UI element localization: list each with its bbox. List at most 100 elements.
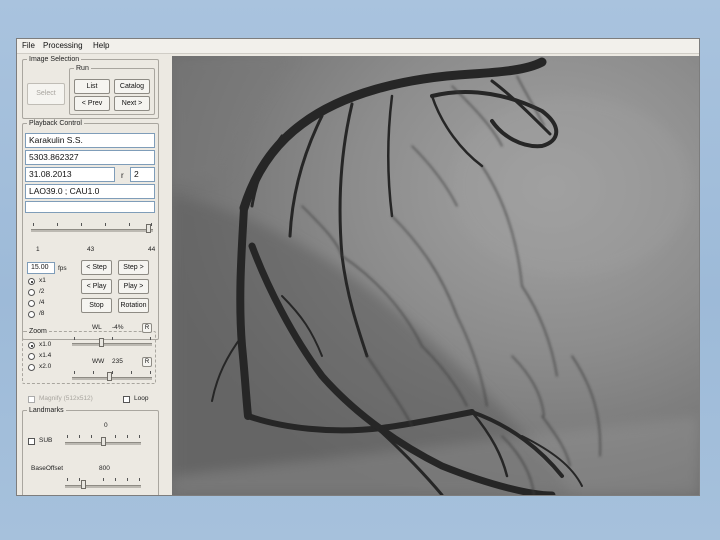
zoom-label-x1-4: x1.4 [39,352,52,359]
wl-tick [74,337,75,340]
speed-label-quarter: /4 [39,299,45,306]
base-offset-tick [79,478,80,481]
patient-id-field: 5303.862327 [25,150,155,165]
sub-value: 0 [104,422,108,429]
wl-slider-thumb[interactable] [99,338,104,347]
sub-tick [67,435,68,438]
speed-radio-half[interactable] [28,289,35,296]
zoom-radio-x1[interactable] [28,342,35,349]
step-forward-button[interactable]: Step > [118,260,149,275]
base-offset-tick [103,478,104,481]
fps-input[interactable]: 15.00 [27,262,55,274]
sub-tick [79,435,80,438]
run-legend: Run [76,65,89,72]
frame-tick [105,223,106,226]
select-button[interactable]: Select [27,83,65,105]
wl-value: -4% [112,324,124,331]
zoom-label-x1: x1.0 [39,341,52,348]
run-number-field: 2 [130,167,155,182]
patient-name-field: Karakulin S.S. [25,133,155,148]
fps-unit-label: fps [58,265,67,272]
frame-slider-thumb[interactable] [146,224,152,233]
frame-tick [33,223,34,226]
wl-label: WL [92,324,102,331]
speed-radio-x1[interactable] [28,278,35,285]
ww-tick [150,371,151,374]
list-button[interactable]: List [74,79,110,94]
rotation-button[interactable]: Rotation [118,298,149,313]
base-offset-tick [127,478,128,481]
sub-tick [115,435,116,438]
catalog-button[interactable]: Catalog [114,79,150,94]
wl-reset-button[interactable]: R [142,323,152,333]
extra-field [25,201,155,213]
frame-max-label: 44 [148,246,156,253]
zoom-radio-x2[interactable] [28,364,35,371]
date-field: 31.08.2013 [25,167,115,182]
image-selection-legend: Image Selection [29,56,80,63]
ww-reset-button[interactable]: R [142,357,152,367]
speed-radio-quarter[interactable] [28,300,35,307]
ww-value: 235 [112,358,123,365]
frame-tick [129,223,130,226]
menu-bar: File Processing Help [17,39,699,54]
sub-slider-thumb[interactable] [101,437,106,446]
frame-current-label: 43 [87,246,95,253]
speed-radio-eighth[interactable] [28,311,35,318]
loop-label: Loop [134,395,149,402]
base-offset-slider-track[interactable] [65,485,141,488]
ww-tick [93,371,94,374]
angles-field: LAO39.0 ; CAU1.0 [25,184,155,199]
control-panel: Image Selection Select Run List Catalog … [17,53,171,495]
ww-slider-track[interactable] [72,377,152,380]
speed-label-eighth: /8 [39,310,45,317]
stop-button[interactable]: Stop [81,298,112,313]
base-offset-tick [67,478,68,481]
ww-tick [74,371,75,374]
playback-control-legend: Playback Control [29,120,82,127]
next-button[interactable]: Next > [114,96,150,111]
ww-label: WW [92,358,105,365]
wl-slider-track[interactable] [72,343,152,346]
base-offset-slider-thumb[interactable] [81,480,86,489]
landmarks-legend: Landmarks [29,407,64,414]
sub-checkbox[interactable] [28,438,35,445]
frame-tick [81,223,82,226]
base-offset-tick [139,478,140,481]
play-back-button[interactable]: < Play [81,279,112,294]
ww-tick [112,371,113,374]
base-offset-tick [115,478,116,481]
wl-tick [150,337,151,340]
loop-checkbox[interactable] [123,396,130,403]
zoom-radio-x1-4[interactable] [28,353,35,360]
frame-min-label: 1 [36,246,40,253]
prev-button[interactable]: < Prev [74,96,110,111]
sub-tick [139,435,140,438]
base-offset-value: 800 [99,465,110,472]
play-forward-button[interactable]: Play > [118,279,149,294]
ww-slider-thumb[interactable] [107,372,112,381]
wl-tick [112,337,113,340]
zoom-label-x2: x2.0 [39,363,52,370]
base-offset-label: BaseOffset [31,465,64,472]
speed-label-x1: x1 [39,277,46,284]
sub-label: SUB [39,437,53,444]
app-window: File Processing Help Image Selection Sel… [16,38,700,496]
sub-tick [127,435,128,438]
zoom-legend: Zoom [29,328,47,335]
angiogram-image [172,56,699,495]
magnify-checkbox[interactable] [28,396,35,403]
frame-tick [57,223,58,226]
angiogram-viewer[interactable] [172,56,699,495]
menu-processing[interactable]: Processing [43,41,83,50]
magnify-label: Magnify (512x512) [39,395,93,402]
menu-help[interactable]: Help [93,41,109,50]
ww-tick [131,371,132,374]
landmarks-group: Landmarks [22,407,159,495]
speed-label-half: /2 [39,288,45,295]
frame-slider-track[interactable] [31,229,153,232]
menu-file[interactable]: File [22,41,35,50]
run-label: r [121,171,124,180]
sub-tick [91,435,92,438]
step-back-button[interactable]: < Step [81,260,112,275]
